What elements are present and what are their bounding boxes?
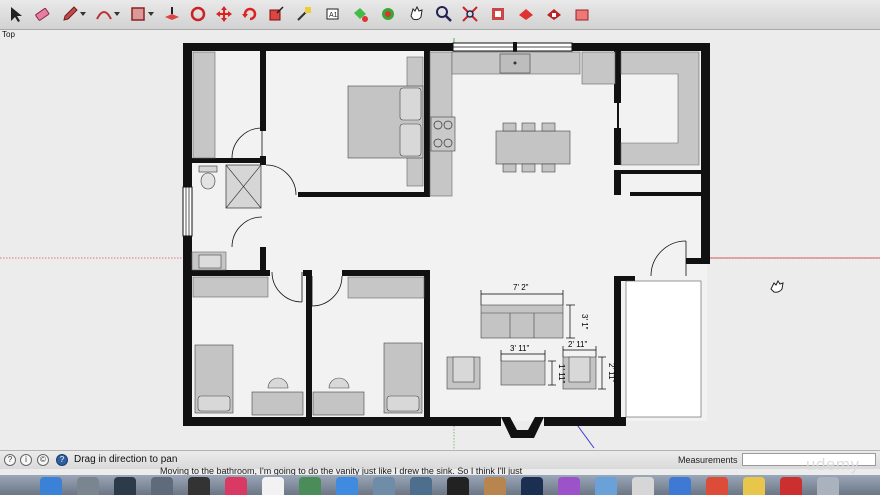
pencil-tool-icon[interactable] xyxy=(59,3,81,25)
pan-cursor-icon xyxy=(770,280,784,293)
tape-measure-tool-icon[interactable] xyxy=(293,3,315,25)
sketchup-icon[interactable] xyxy=(780,477,802,495)
dock xyxy=(0,475,880,495)
dimension-sofa-width: 7' 2" xyxy=(513,283,529,292)
terminal-icon[interactable] xyxy=(447,477,469,495)
info-circle-icon[interactable]: ? xyxy=(4,454,16,466)
floor-plan: 7' 2" 3' 1" 3' 11" 1' 11" 2' 11" 2' 11" xyxy=(0,38,880,450)
screenflow-icon[interactable] xyxy=(669,477,691,495)
toolbar: A1 xyxy=(0,0,880,30)
layout-icon[interactable] xyxy=(571,3,593,25)
udemy-watermark: udemy xyxy=(806,455,860,474)
user-icon[interactable]: i xyxy=(20,454,32,466)
toilet-tank xyxy=(198,165,218,173)
entry-closet xyxy=(625,280,702,418)
itunes-icon[interactable] xyxy=(225,477,247,495)
preview-icon[interactable] xyxy=(373,477,395,495)
rotate-tool-icon[interactable] xyxy=(239,3,261,25)
svg-text:A1: A1 xyxy=(329,12,338,19)
keynote-icon[interactable] xyxy=(484,477,506,495)
dimension-sofa-depth: 3' 1" xyxy=(580,314,589,330)
launchpad-icon[interactable] xyxy=(77,477,99,495)
help-icon[interactable]: ? xyxy=(56,454,68,466)
arc-tool-dropdown-caret[interactable] xyxy=(114,12,120,16)
extension-warehouse-icon[interactable] xyxy=(543,3,565,25)
paint-bucket-tool-icon[interactable] xyxy=(349,3,371,25)
system-icon[interactable] xyxy=(151,477,173,495)
share-model-icon[interactable] xyxy=(515,3,537,25)
arc-tool-icon[interactable] xyxy=(93,3,115,25)
pencil-tool-dropdown-caret[interactable] xyxy=(80,12,86,16)
push-pull-tool-icon[interactable] xyxy=(161,3,183,25)
finder-icon[interactable] xyxy=(40,477,62,495)
chrome-icon[interactable] xyxy=(706,477,728,495)
rectangle-tool-dropdown-caret[interactable] xyxy=(148,12,154,16)
pan-tool-icon[interactable] xyxy=(405,3,427,25)
mission-control-icon[interactable] xyxy=(114,477,136,495)
bathroom-window xyxy=(182,186,193,237)
toilet-bowl xyxy=(200,172,216,190)
move-tool-icon[interactable] xyxy=(213,3,235,25)
photos-icon[interactable] xyxy=(595,477,617,495)
eraser-tool-icon[interactable] xyxy=(31,3,53,25)
dimension-ottoman-depth: 1' 11" xyxy=(557,364,566,384)
photoshop-icon[interactable] xyxy=(521,477,543,495)
dimension-chair-depth: 2' 11" xyxy=(607,363,616,383)
text-tool-icon[interactable]: A1 xyxy=(321,3,343,25)
iphoto-icon[interactable] xyxy=(410,477,432,495)
drawing-canvas[interactable]: 7' 2" 3' 1" 3' 11" 1' 11" 2' 11" 2' 11" xyxy=(0,38,880,450)
master-bed xyxy=(347,85,424,159)
textedit-icon[interactable] xyxy=(632,477,654,495)
rectangle-tool-icon[interactable] xyxy=(127,3,149,25)
measurements-label: Measurements xyxy=(678,455,738,465)
credit-icon[interactable]: © xyxy=(37,454,49,466)
zoom-tool-icon[interactable] xyxy=(433,3,455,25)
status-message: Drag in direction to pan xyxy=(74,454,178,465)
orbit-tool-icon[interactable] xyxy=(377,3,399,25)
warehouse-icon[interactable] xyxy=(487,3,509,25)
notes-icon[interactable] xyxy=(743,477,765,495)
safari-icon[interactable] xyxy=(336,477,358,495)
dashboard-icon[interactable] xyxy=(188,477,210,495)
select-tool-icon[interactable] xyxy=(5,3,27,25)
bathroom-vanity xyxy=(198,254,222,269)
dimension-chair-width: 2' 11" xyxy=(568,340,588,349)
dimension-ottoman-width: 3' 11" xyxy=(510,344,530,353)
scale-tool-icon[interactable] xyxy=(265,3,287,25)
follow-me-tool-icon[interactable] xyxy=(187,3,209,25)
stove xyxy=(430,116,456,152)
photo-icon[interactable] xyxy=(299,477,321,495)
trash-icon[interactable] xyxy=(817,477,839,495)
calendar-icon[interactable] xyxy=(262,477,284,495)
zoom-extents-tool-icon[interactable] xyxy=(459,3,481,25)
colorsync-icon[interactable] xyxy=(558,477,580,495)
